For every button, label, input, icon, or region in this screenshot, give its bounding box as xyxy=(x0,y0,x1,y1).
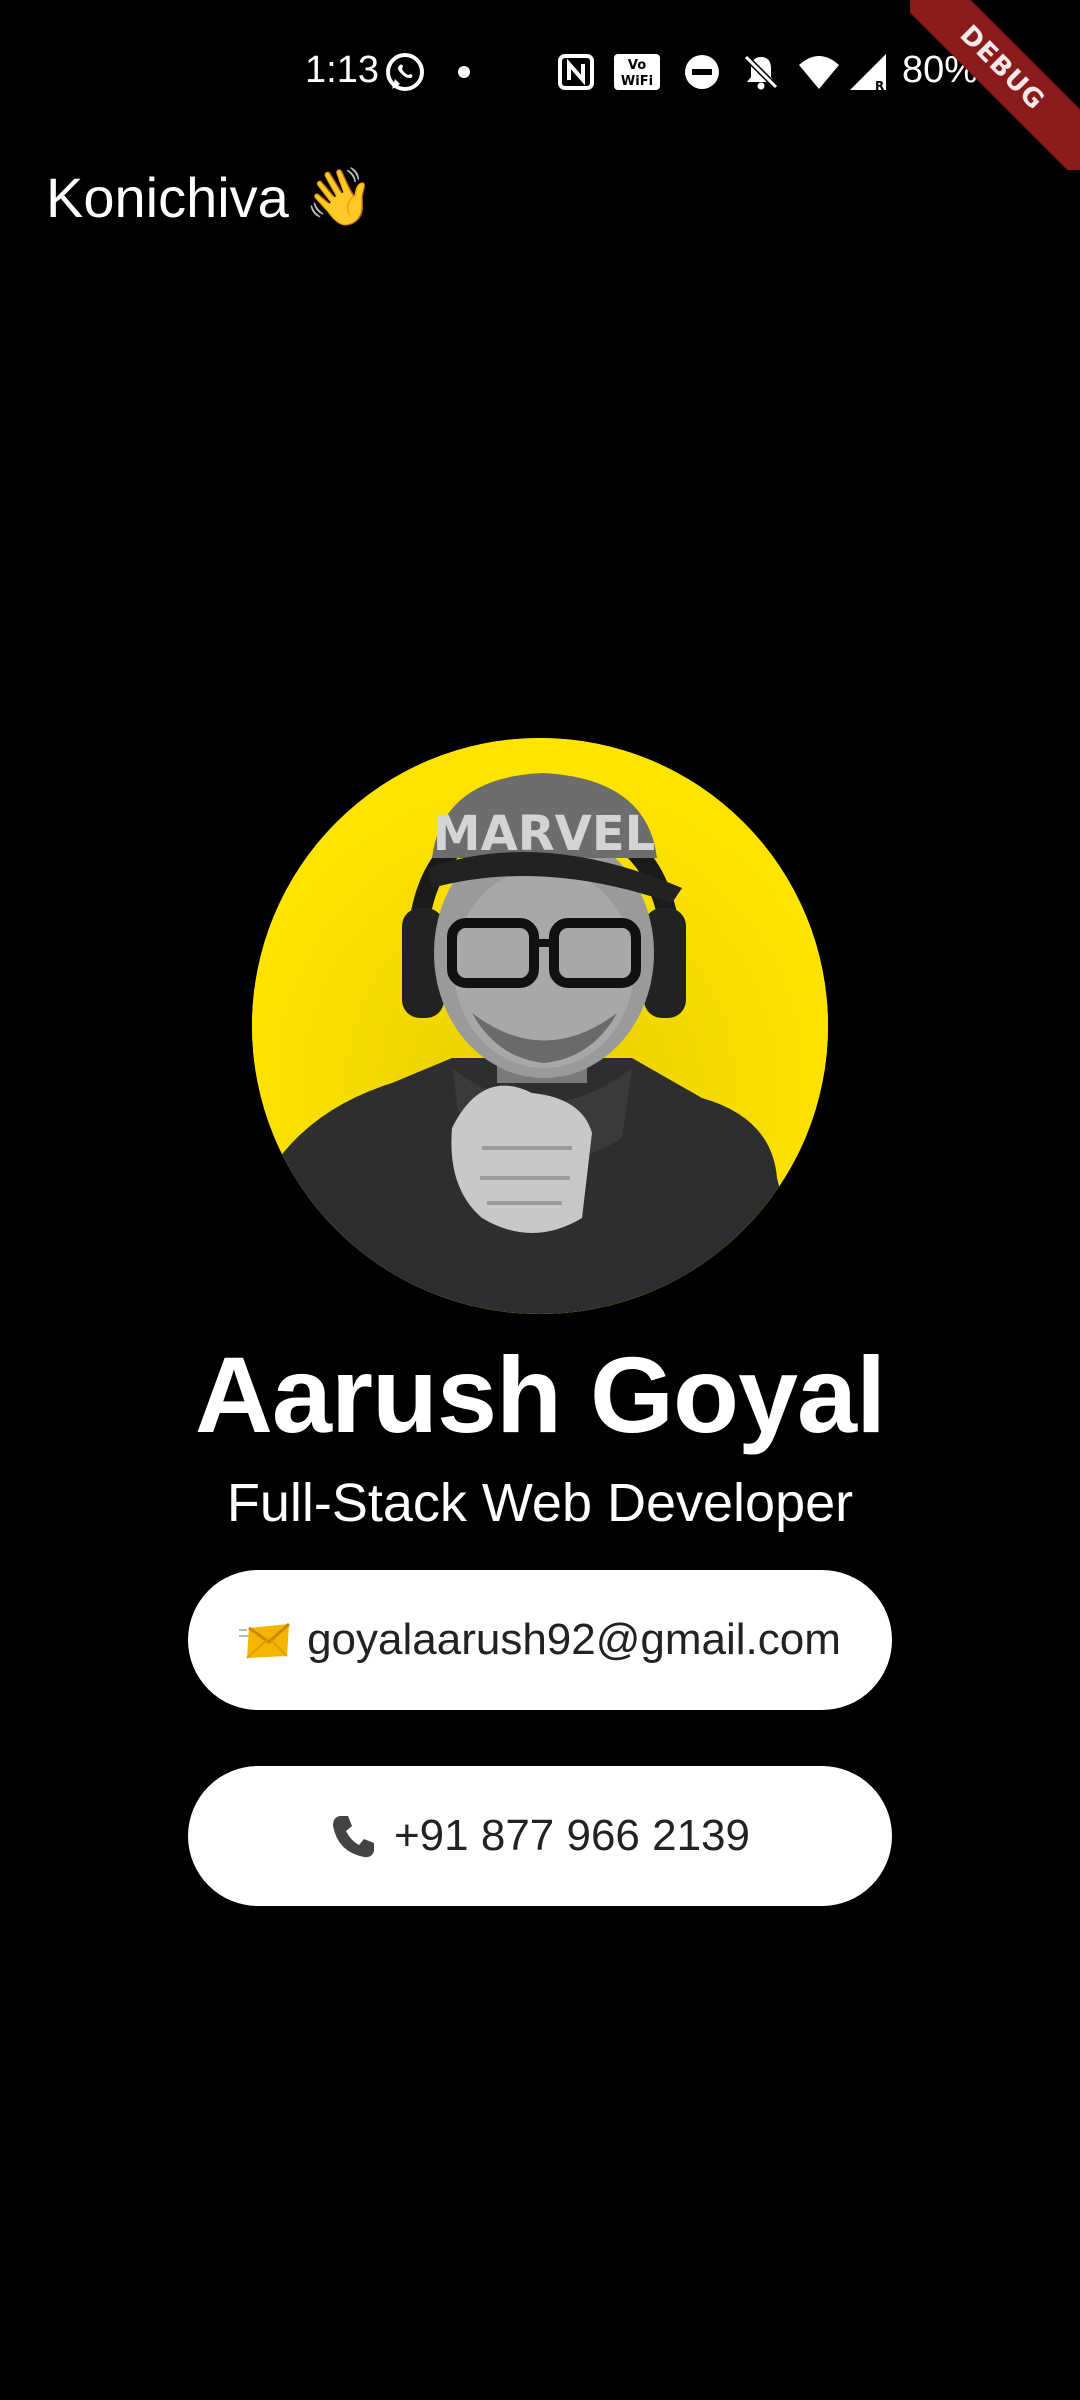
phone-button[interactable]: +91 877 966 2139 xyxy=(188,1766,892,1906)
greeting-text: Konichiva xyxy=(46,165,289,229)
do-not-disturb-icon xyxy=(682,50,722,94)
email-button[interactable]: goyalaarush92@gmail.com xyxy=(188,1570,892,1710)
phone-number: +91 877 966 2139 xyxy=(393,1811,751,1860)
wifi-icon xyxy=(796,50,842,94)
profile-avatar: MARVEL xyxy=(252,738,828,1314)
debug-banner: DEBUG xyxy=(910,0,1080,170)
vowifi-icon: Vo WiFi xyxy=(612,50,662,94)
whatsapp-icon xyxy=(382,50,428,94)
svg-text:Vo: Vo xyxy=(628,58,646,73)
nfc-icon xyxy=(556,50,596,94)
greeting-header: Konichiva 👋 xyxy=(46,162,375,232)
profile-photo-icon: MARVEL xyxy=(252,738,828,1314)
notification-dot-icon xyxy=(454,50,474,94)
status-time: 1:13 xyxy=(305,49,379,91)
signal-icon: R xyxy=(846,50,890,94)
svg-text:WiFi: WiFi xyxy=(621,74,653,89)
phone-icon xyxy=(330,1812,378,1860)
waving-hand-icon: 👋 xyxy=(304,165,375,230)
svg-text:R: R xyxy=(875,79,884,92)
debug-banner-label: DEBUG xyxy=(910,0,1080,170)
svg-text:MARVEL: MARVEL xyxy=(433,806,655,862)
profile-name: Aarush Goyal xyxy=(194,1334,886,1455)
profile-title: Full-Stack Web Developer xyxy=(226,1473,854,1533)
email-address: goyalaarush92@gmail.com xyxy=(307,1615,841,1664)
bell-off-icon xyxy=(740,50,782,94)
envelope-icon xyxy=(239,1620,291,1660)
